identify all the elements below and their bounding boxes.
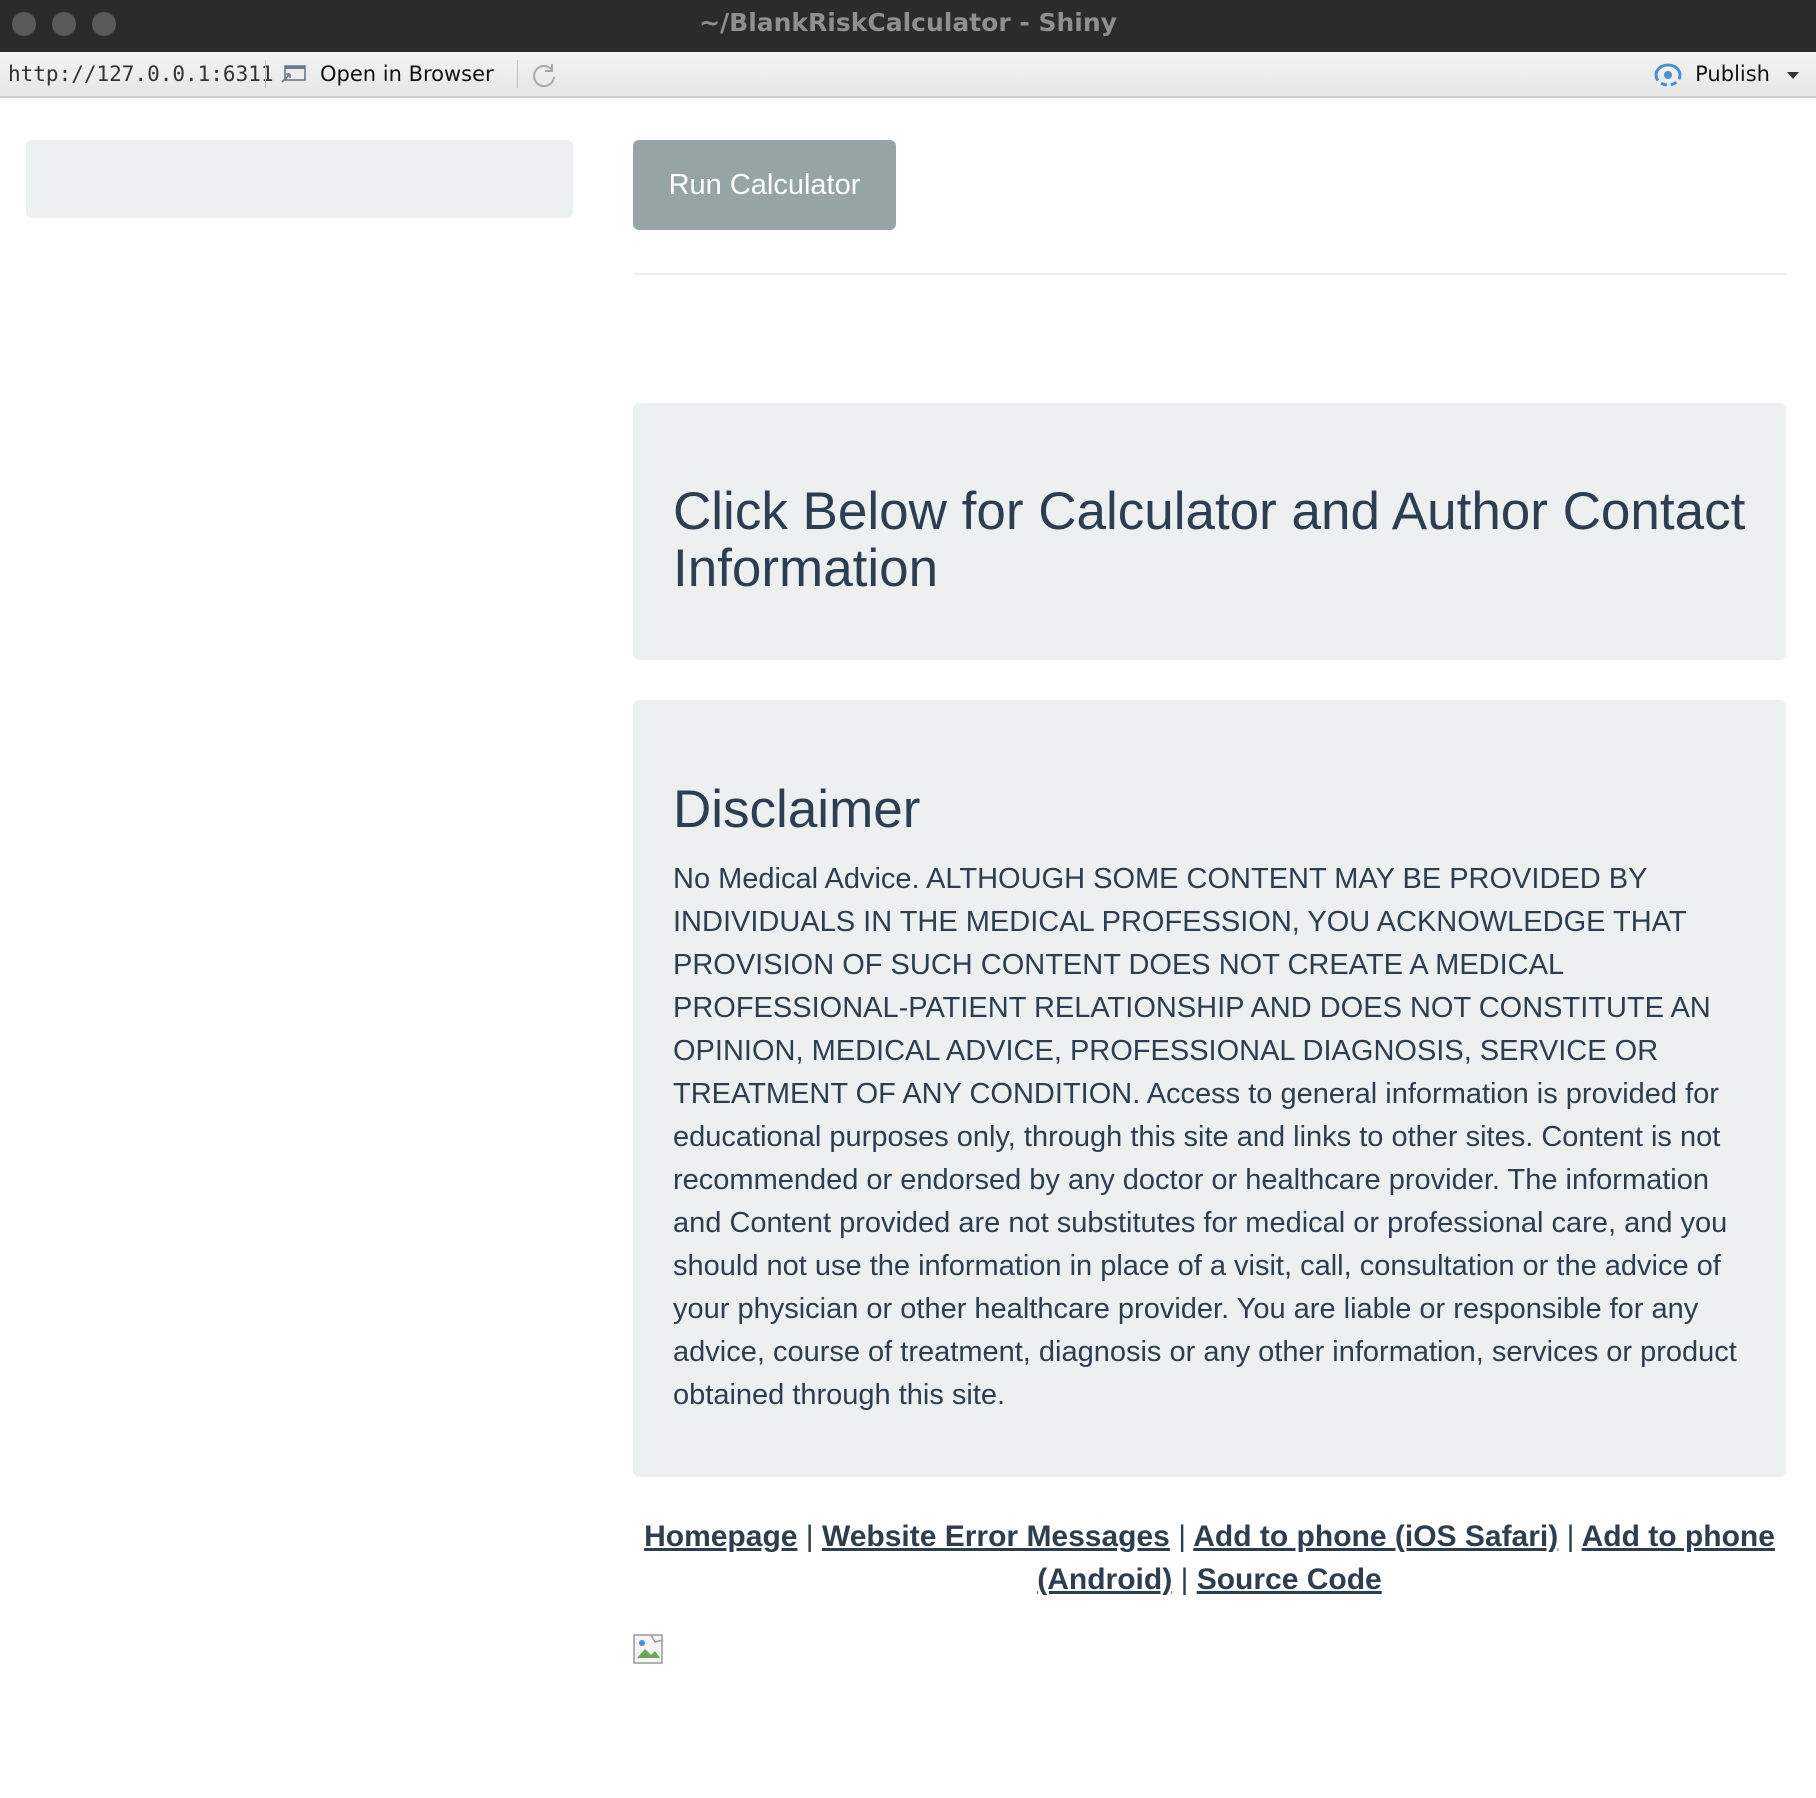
refresh-icon[interactable]: [530, 61, 558, 89]
divider: [633, 273, 1786, 275]
footer-link-error-messages[interactable]: Website Error Messages: [822, 1520, 1170, 1553]
viewer-toolbar: http://127.0.0.1:6311 Open in Browser Pu…: [0, 52, 1816, 98]
footer-link-add-ios[interactable]: Add to phone (iOS Safari): [1193, 1520, 1558, 1553]
disclaimer-panel: Disclaimer No Medical Advice. ALTHOUGH S…: [633, 700, 1786, 1477]
footer-separator: |: [1178, 1520, 1187, 1553]
disclaimer-heading: Disclaimer: [673, 780, 921, 839]
broken-image-icon: [633, 1634, 664, 1664]
window-title: ~/BlankRiskCalculator - Shiny: [699, 8, 1117, 37]
sidebar-panel: [26, 140, 573, 218]
footer-separator: |: [1180, 1563, 1189, 1596]
run-calculator-button[interactable]: Run Calculator: [633, 140, 896, 230]
info-heading: Click Below for Calculator and Author Co…: [673, 482, 1746, 598]
open-in-browser-button[interactable]: Open in Browser: [320, 52, 494, 96]
footer-separator: |: [805, 1520, 814, 1553]
footer-link-source-code[interactable]: Source Code: [1197, 1563, 1382, 1596]
window-titlebar: ~/BlankRiskCalculator - Shiny: [0, 0, 1816, 52]
browser-icon[interactable]: [281, 64, 307, 84]
chevron-down-icon[interactable]: [1787, 72, 1799, 79]
disclaimer-text: No Medical Advice. ALTHOUGH SOME CONTENT…: [673, 863, 1737, 1411]
info-panel: Click Below for Calculator and Author Co…: [633, 403, 1786, 660]
publish-icon[interactable]: [1652, 62, 1684, 88]
footer-separator: |: [1566, 1520, 1575, 1553]
publish-button[interactable]: Publish: [1695, 52, 1770, 96]
toolbar-divider: [517, 60, 518, 88]
url-display[interactable]: http://127.0.0.1:6311: [8, 52, 274, 96]
footer-links: Homepage | Website Error Messages | Add …: [633, 1515, 1786, 1601]
toolbar-divider: [265, 60, 266, 88]
footer-link-homepage[interactable]: Homepage: [644, 1520, 797, 1553]
